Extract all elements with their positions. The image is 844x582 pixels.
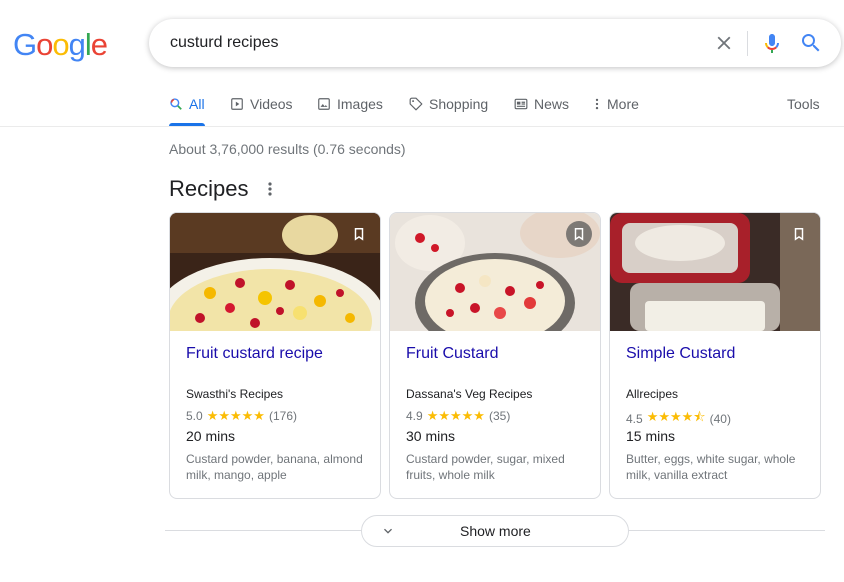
search-icon bbox=[170, 98, 182, 110]
recipe-ingredients: Custard powder, sugar, mixed fruits, who… bbox=[406, 452, 565, 482]
logo-letter: g bbox=[68, 27, 86, 62]
more-options-icon[interactable] bbox=[262, 180, 278, 198]
rating-stars: ★★★★⯪ bbox=[646, 409, 706, 424]
more-vert-icon bbox=[595, 98, 599, 110]
tab-videos[interactable]: Videos bbox=[230, 88, 293, 126]
image-icon bbox=[318, 98, 330, 110]
review-count: (40) bbox=[709, 412, 731, 426]
review-count: (35) bbox=[488, 409, 511, 423]
logo-letter: o bbox=[36, 27, 53, 62]
review-count: (176) bbox=[268, 409, 297, 423]
bookmark-button[interactable] bbox=[786, 221, 812, 247]
play-icon bbox=[231, 98, 243, 110]
logo-letter: o bbox=[52, 27, 69, 62]
search-icon[interactable] bbox=[799, 31, 823, 55]
tab-images[interactable]: Images bbox=[317, 88, 383, 126]
rating-value: 4.9 bbox=[406, 409, 423, 423]
recipe-title[interactable]: Fruit custard recipe bbox=[186, 345, 323, 363]
section-title: Recipes bbox=[169, 176, 249, 201]
recipe-source: Swasthi's Recipes bbox=[186, 387, 283, 401]
recipe-source: Dassana's Veg Recipes bbox=[406, 387, 533, 401]
newspaper-icon bbox=[514, 98, 528, 110]
google-logo[interactable]: Google bbox=[13, 27, 108, 63]
tab-news[interactable]: News bbox=[514, 88, 569, 126]
search-divider bbox=[747, 31, 748, 56]
rating-stars: ★★★★★ bbox=[206, 408, 265, 423]
tab-label: News bbox=[534, 96, 570, 112]
recipe-rating: 4.5 ★★★★⯪ (40) bbox=[626, 408, 731, 430]
recipe-ingredients: Butter, eggs, white sugar, whole milk, v… bbox=[626, 452, 796, 482]
bookmark-icon bbox=[794, 228, 804, 241]
search-input[interactable]: custurd recipes bbox=[170, 34, 279, 52]
tab-label: Videos bbox=[250, 96, 293, 112]
recipe-source: Allrecipes bbox=[626, 387, 679, 401]
logo-letter: e bbox=[90, 27, 108, 62]
bookmark-button[interactable] bbox=[346, 221, 372, 247]
logo-letter: G bbox=[13, 27, 37, 62]
bookmark-button[interactable] bbox=[566, 221, 592, 247]
recipe-time: 30 mins bbox=[406, 428, 456, 444]
bookmark-icon bbox=[354, 228, 364, 241]
recipe-card[interactable]: Simple Custard Allrecipes 4.5 ★★★★⯪ (40)… bbox=[609, 212, 821, 499]
recipe-ingredients: Custard powder, banana, almond milk, man… bbox=[186, 452, 363, 482]
clear-icon[interactable] bbox=[713, 32, 735, 54]
result-stats: About 3,76,000 results (0.76 seconds) bbox=[169, 141, 406, 157]
recipe-card[interactable]: Fruit custard recipe Swasthi's Recipes 5… bbox=[169, 212, 381, 499]
recipe-rating: 4.9 ★★★★★ (35) bbox=[406, 408, 510, 424]
recipe-rating: 5.0 ★★★★★ (176) bbox=[186, 408, 297, 424]
microphone-icon[interactable] bbox=[760, 31, 784, 55]
recipe-card[interactable]: Fruit Custard Dassana's Veg Recipes 4.9 … bbox=[389, 212, 601, 499]
tab-label: Shopping bbox=[429, 96, 489, 112]
tab-more[interactable]: More bbox=[593, 88, 639, 126]
tab-all[interactable]: All bbox=[169, 88, 205, 126]
recipe-time: 15 mins bbox=[626, 428, 676, 444]
tab-label: Images bbox=[337, 96, 383, 112]
search-box[interactable]: custurd recipes bbox=[149, 19, 841, 67]
bookmark-icon bbox=[574, 228, 584, 241]
recipe-time: 20 mins bbox=[186, 428, 236, 444]
recipe-title[interactable]: Fruit Custard bbox=[406, 345, 498, 363]
tab-shopping[interactable]: Shopping bbox=[409, 88, 488, 126]
rating-stars: ★★★★★ bbox=[426, 408, 485, 423]
recipe-title[interactable]: Simple Custard bbox=[626, 345, 735, 363]
tab-label: More bbox=[607, 96, 639, 112]
tab-label: All bbox=[189, 96, 205, 112]
header-divider bbox=[0, 126, 844, 127]
tools-button[interactable]: Tools bbox=[787, 96, 820, 112]
chevron-down-icon bbox=[384, 528, 392, 534]
show-more-button[interactable]: Show more bbox=[361, 515, 629, 547]
rating-value: 4.5 bbox=[626, 412, 643, 426]
tag-icon bbox=[409, 97, 423, 111]
show-more-label: Show more bbox=[460, 523, 531, 539]
rating-value: 5.0 bbox=[186, 409, 203, 423]
